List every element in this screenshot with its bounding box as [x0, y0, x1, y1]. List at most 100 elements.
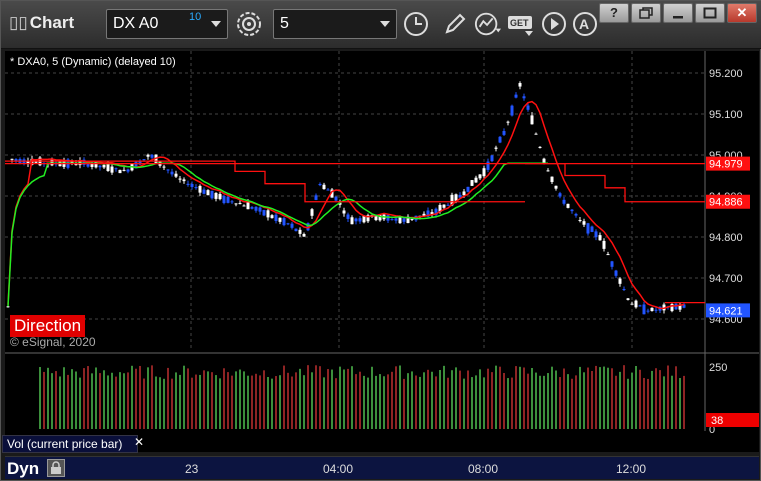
candle-body — [178, 178, 182, 180]
toolbar: ▯▯ Chart DX A0 10 5 GET A ? ✕ — [1, 1, 761, 49]
candle-body — [538, 146, 542, 148]
candle-body — [598, 235, 602, 241]
get-icon[interactable]: GET — [507, 10, 537, 38]
candle-body — [226, 196, 230, 203]
candle-body — [346, 214, 350, 219]
candle-body — [142, 159, 146, 161]
candle-body — [510, 105, 514, 116]
candle-body — [626, 298, 630, 300]
moving-average-red — [7, 100, 685, 310]
volume-study-label[interactable]: Vol (current price bar) — [2, 435, 138, 453]
clock-icon[interactable] — [402, 10, 430, 38]
candle-body — [202, 189, 206, 194]
candle-body — [602, 240, 606, 249]
candle-body — [10, 158, 14, 160]
candle-body — [554, 185, 558, 189]
candle-body — [646, 310, 650, 312]
candle-body — [506, 121, 510, 123]
candle-body — [354, 218, 358, 222]
dynamic-mode-label[interactable]: Dyn — [7, 459, 39, 479]
candle-body — [566, 203, 570, 208]
candle-body — [278, 217, 282, 222]
candle-body — [402, 218, 406, 222]
app-title: ▯▯ Chart — [9, 13, 74, 33]
candle-body — [114, 168, 118, 170]
candle-body — [150, 154, 154, 158]
candle-body — [494, 147, 498, 149]
candle-body — [146, 154, 150, 157]
candle-body — [622, 289, 626, 291]
price-tag-label: 94.979 — [709, 159, 743, 171]
candle-body — [514, 94, 518, 98]
study-icon[interactable] — [474, 10, 502, 38]
candle-body — [518, 83, 522, 87]
close-button[interactable]: ✕ — [727, 3, 757, 23]
candle-body — [270, 215, 274, 219]
candle-body — [570, 209, 574, 212]
candle-body — [266, 210, 270, 218]
candle-body — [358, 218, 362, 222]
candle-body — [534, 133, 538, 135]
candle-body — [634, 300, 638, 308]
candle-body — [214, 192, 218, 199]
candle-body — [574, 213, 578, 216]
price-chart[interactable]: 95.20095.10095.00094.90094.80094.70094.6… — [5, 51, 760, 452]
candle-body — [298, 229, 302, 234]
symbol-input[interactable]: DX A0 10 — [106, 9, 228, 39]
volume-close-icon[interactable]: ✕ — [134, 435, 144, 449]
interval-input[interactable]: 5 — [273, 9, 397, 39]
candle-body — [102, 164, 106, 168]
candle-body — [302, 233, 306, 237]
candle-body — [578, 219, 582, 221]
candle-body — [478, 174, 482, 179]
price-chart-canvas[interactable]: 95.20095.10095.00094.90094.80094.70094.6… — [5, 51, 760, 452]
lock-icon[interactable] — [47, 459, 65, 477]
symbol-dropdown-icon[interactable] — [211, 21, 221, 27]
candle-body — [262, 210, 266, 216]
direction-label: Direction — [10, 315, 86, 337]
candle-body — [334, 196, 338, 201]
candle-body — [250, 207, 254, 209]
symbol-value: DX A0 — [113, 15, 159, 32]
candle-body — [50, 159, 54, 166]
svg-text:A: A — [579, 16, 589, 32]
interval-dropdown-icon[interactable] — [380, 21, 390, 27]
maximize-button[interactable] — [695, 3, 725, 23]
candle-body — [258, 207, 262, 212]
candle-body — [282, 218, 286, 226]
candle-body — [110, 166, 114, 173]
candle-body — [606, 254, 610, 256]
candle-body — [326, 189, 330, 191]
candle-body — [558, 193, 562, 197]
candle-body — [498, 136, 502, 143]
volume-axis-label-250: 250 — [709, 362, 727, 374]
play-icon[interactable] — [540, 10, 568, 38]
candle-body — [654, 309, 658, 311]
candle-body — [122, 169, 126, 171]
candle-body — [610, 261, 614, 267]
settings-gear-icon[interactable] — [235, 10, 263, 38]
chart-window: ▯▯ Chart DX A0 10 5 GET A ? ✕ 95.200 95.… — [0, 0, 761, 481]
candle-body — [274, 214, 278, 221]
candle-body — [98, 165, 102, 168]
candle-body — [442, 204, 446, 208]
candle-body — [638, 305, 642, 307]
alert-icon[interactable]: A — [571, 10, 599, 38]
candle-body — [198, 185, 202, 193]
minimize-icon — [673, 16, 683, 19]
help-button[interactable]: ? — [599, 3, 629, 23]
candle-body — [590, 226, 594, 232]
candle-body — [562, 199, 566, 204]
pencil-icon[interactable] — [441, 10, 469, 38]
candle-body — [310, 209, 314, 216]
minimize-button[interactable] — [663, 3, 693, 23]
candle-body — [318, 184, 322, 186]
candle-body — [462, 191, 466, 196]
candle-body — [218, 193, 222, 200]
candle-body — [166, 169, 170, 171]
candle-body — [174, 173, 178, 177]
candle-body — [190, 183, 194, 188]
candle-body — [546, 170, 550, 172]
restore-button[interactable] — [631, 3, 661, 23]
candle-body — [410, 218, 414, 220]
